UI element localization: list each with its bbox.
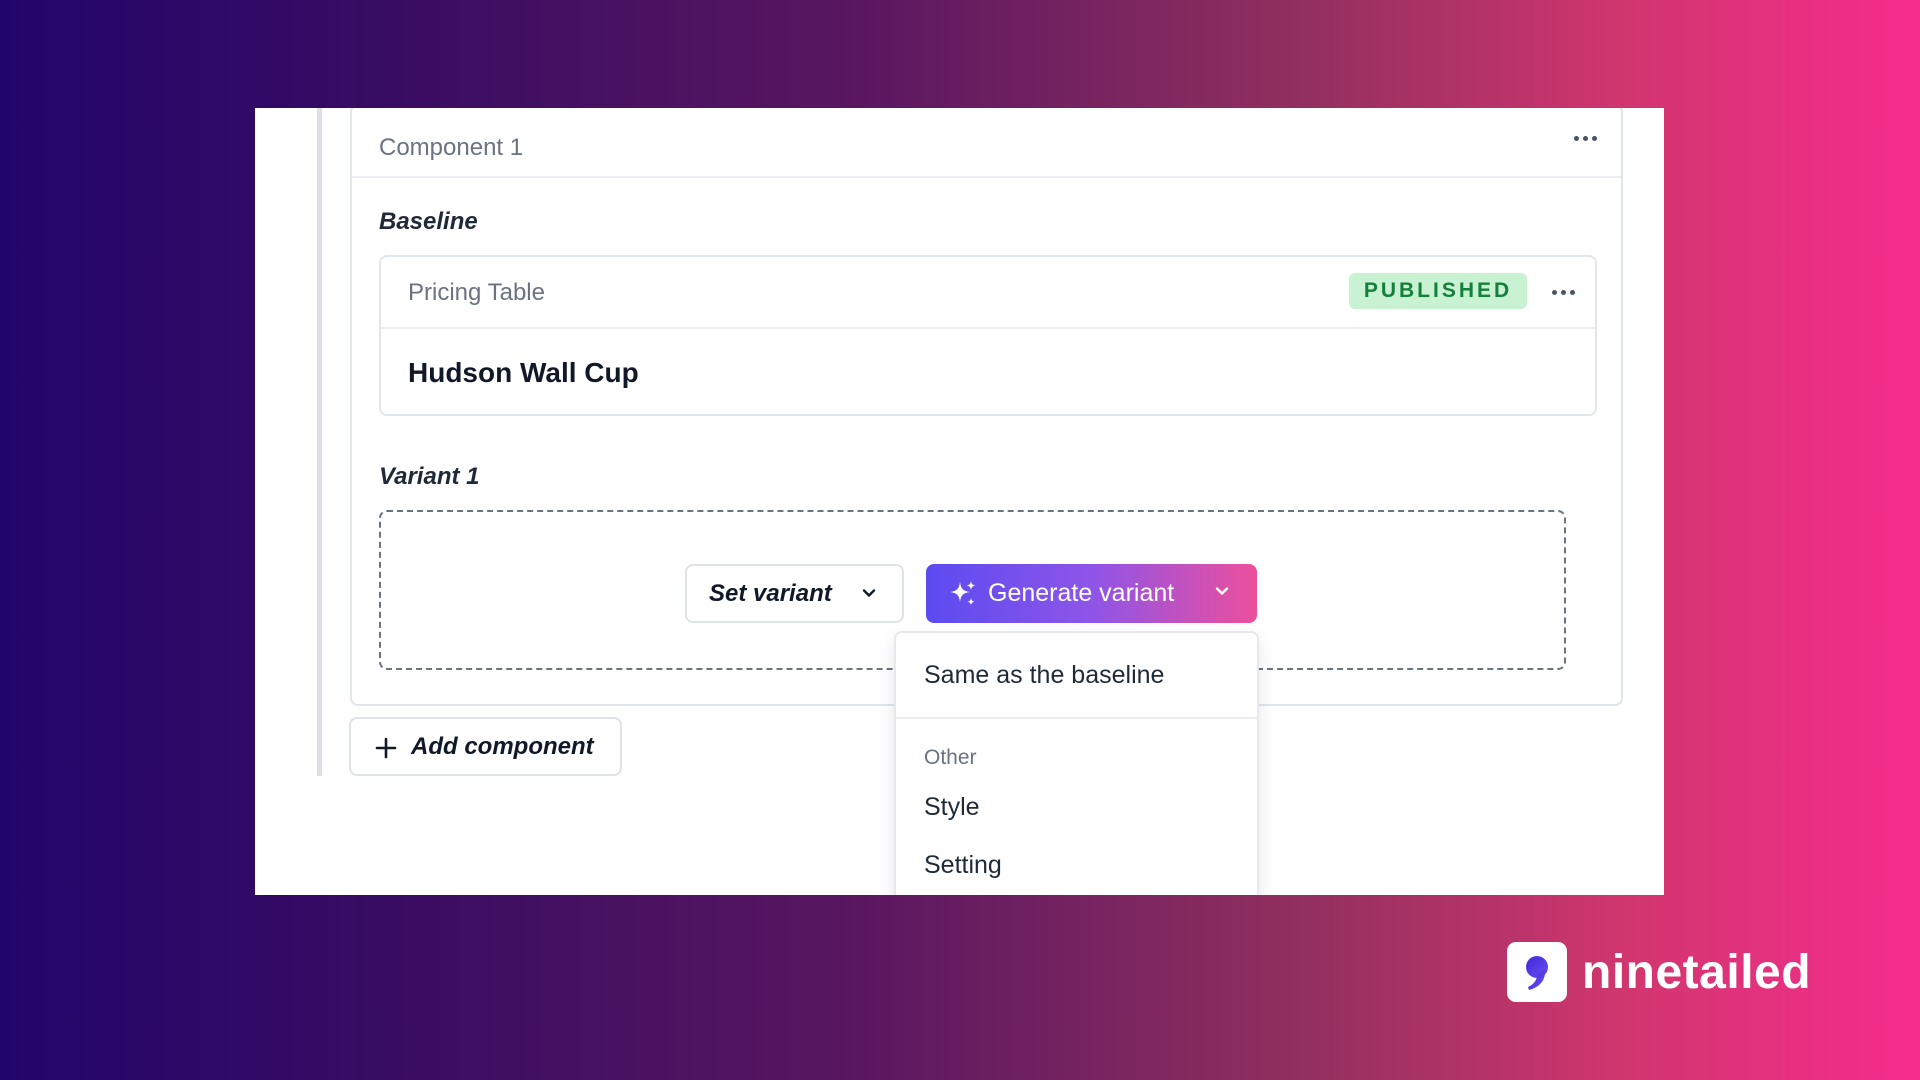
app-panel: Component 1 Baseline Pricing Table PUBLI… (255, 108, 1664, 895)
baseline-product-name: Hudson Wall Cup (408, 357, 639, 388)
menu-item-same-as-baseline[interactable]: Same as the baseline (924, 661, 1164, 690)
generate-variant-button[interactable]: Generate variant (926, 564, 1257, 623)
plus-icon (375, 737, 397, 759)
component-rail (317, 108, 322, 776)
chevron-down-icon[interactable] (1213, 582, 1231, 600)
more-horizontal-icon[interactable] (1574, 136, 1597, 141)
baseline-label: Baseline (379, 208, 478, 235)
brand-logo: ninetailed (1507, 942, 1811, 1002)
set-variant-button[interactable]: Set variant (685, 564, 904, 623)
ninetailed-logo-icon (1507, 942, 1567, 1002)
baseline-card[interactable]: Pricing Table PUBLISHED Hudson Wall Cup (379, 255, 1597, 416)
status-badge: PUBLISHED (1349, 273, 1527, 309)
set-variant-label: Set variant (709, 579, 832, 607)
chevron-down-icon (862, 589, 876, 597)
brand-name: ninetailed (1582, 945, 1812, 999)
add-component-label: Add component (411, 732, 594, 760)
add-component-button[interactable]: Add component (349, 717, 622, 776)
generate-variant-label: Generate variant (988, 579, 1175, 607)
menu-item-style[interactable]: Style (924, 793, 980, 822)
baseline-card-header: Pricing Table PUBLISHED (381, 257, 1595, 329)
baseline-card-title: Pricing Table (408, 279, 545, 306)
variant-label: Variant 1 (379, 463, 480, 490)
menu-group-label: Other (924, 746, 977, 769)
more-horizontal-icon[interactable] (1552, 290, 1575, 295)
comma-mark-icon (1526, 956, 1548, 990)
sparkles-icon (950, 581, 976, 606)
generate-variant-dropdown: Same as the baseline Other Style Setting (894, 631, 1259, 895)
component-header: Component 1 (352, 108, 1621, 178)
menu-item-setting[interactable]: Setting (924, 851, 1002, 880)
menu-divider (896, 717, 1257, 719)
component-title: Component 1 (379, 134, 524, 161)
